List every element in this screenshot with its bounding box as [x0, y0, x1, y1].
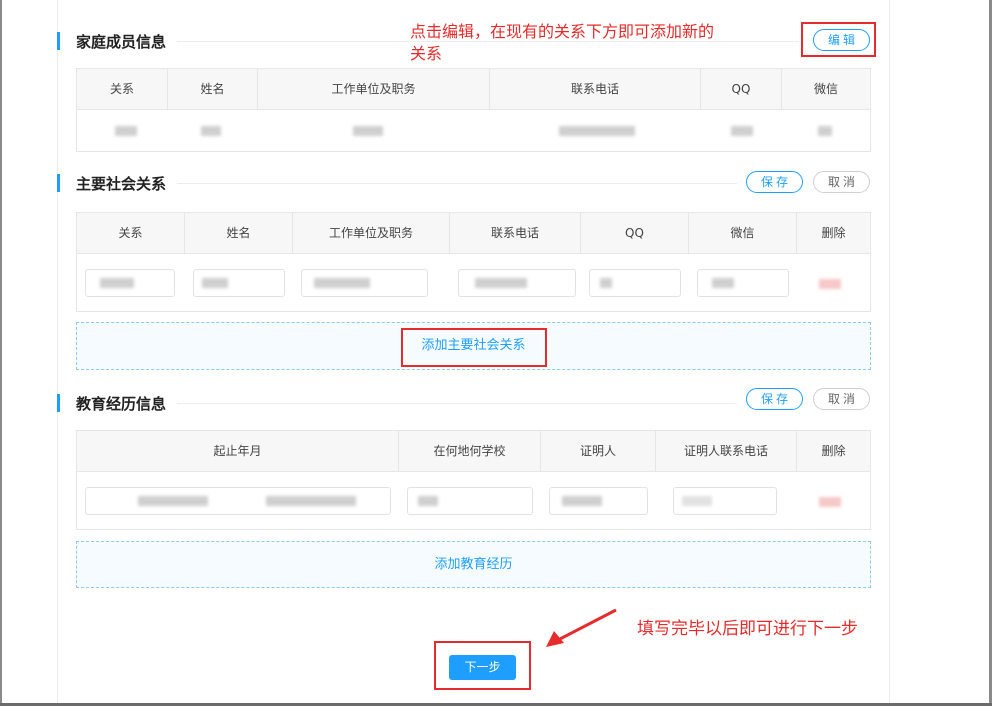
column-header: 姓名 [185, 213, 293, 253]
column-header: 证明人联系电话 [656, 431, 797, 471]
highlight-add-social-button [401, 328, 547, 367]
window-left-border [0, 0, 2, 706]
column-header: 证明人 [541, 431, 656, 471]
redacted-value [201, 126, 221, 136]
section-accent-bar [57, 32, 60, 50]
column-header: 在何地何学校 [399, 431, 541, 471]
education-section-title: 教育经历信息 [76, 395, 167, 413]
table-header-row: 关系 姓名 工作单位及职务 联系电话 QQ 微信 [77, 69, 870, 110]
column-header: 删除 [821, 444, 846, 458]
redacted-value [818, 126, 832, 136]
relation-input[interactable] [85, 269, 175, 297]
section-divider [177, 403, 737, 404]
social-save-button[interactable]: 保存 [746, 171, 803, 193]
column-header: 微信 [689, 213, 797, 253]
column-header: 删除 [821, 226, 846, 240]
section-accent-bar [57, 174, 60, 192]
column-header: 微信 [813, 82, 838, 96]
edit-hint-line1: 点击编辑，在现有的关系下方即可添加新的 [410, 22, 715, 41]
redacted-value [115, 126, 137, 136]
section-accent-bar [57, 394, 60, 412]
witness-phone-input[interactable] [673, 487, 777, 515]
column-header: 联系电话 [490, 69, 701, 109]
column-header: 关系 [77, 213, 185, 253]
table-header-row: 起止年月 在何地何学校 证明人 证明人联系电话 删除 [77, 431, 870, 472]
social-table: 关系 姓名 工作单位及职务 联系电话 QQ 微信 删除 [76, 212, 871, 312]
school-input[interactable] [407, 487, 533, 515]
column-header: QQ [701, 69, 782, 109]
next-step-hint: 填写完毕以后即可进行下一步 [637, 619, 858, 639]
arrow-icon [546, 608, 617, 647]
qq-input[interactable] [589, 269, 681, 297]
table-row [77, 472, 870, 530]
column-header: QQ [581, 213, 689, 253]
phone-input[interactable] [458, 269, 576, 297]
delete-row-button[interactable] [819, 279, 841, 289]
column-header: 姓名 [168, 69, 258, 109]
wechat-input[interactable] [697, 269, 789, 297]
section-divider [177, 183, 737, 184]
column-header: 工作单位及职务 [293, 213, 450, 253]
name-input[interactable] [193, 269, 285, 297]
add-education-button[interactable]: 添加教育经历 [76, 541, 871, 588]
date-range-input[interactable] [85, 487, 391, 515]
delete-row-button[interactable] [819, 497, 841, 507]
employer-input[interactable] [301, 269, 428, 297]
column-header: 起止年月 [77, 431, 399, 471]
redacted-value [731, 126, 753, 136]
family-table: 关系 姓名 工作单位及职务 联系电话 QQ 微信 [76, 68, 871, 152]
column-header: 关系 [77, 69, 168, 109]
edit-hint-line2: 关系 [410, 44, 443, 63]
social-section-title: 主要社会关系 [76, 175, 167, 193]
education-table: 起止年月 在何地何学校 证明人 证明人联系电话 删除 [76, 430, 871, 530]
column-header: 工作单位及职务 [258, 69, 490, 109]
redacted-value [559, 126, 635, 136]
social-cancel-button[interactable]: 取消 [813, 171, 870, 193]
education-cancel-button[interactable]: 取消 [813, 388, 870, 410]
family-section-title: 家庭成员信息 [76, 33, 167, 51]
column-header: 联系电话 [450, 213, 581, 253]
table-row [77, 254, 870, 312]
witness-input[interactable] [549, 487, 648, 515]
table-row [77, 110, 870, 152]
education-save-button[interactable]: 保存 [746, 388, 803, 410]
redacted-value [353, 126, 383, 136]
table-header-row: 关系 姓名 工作单位及职务 联系电话 QQ 微信 删除 [77, 213, 870, 254]
highlight-edit-button [801, 22, 876, 57]
highlight-next-button [434, 641, 531, 690]
